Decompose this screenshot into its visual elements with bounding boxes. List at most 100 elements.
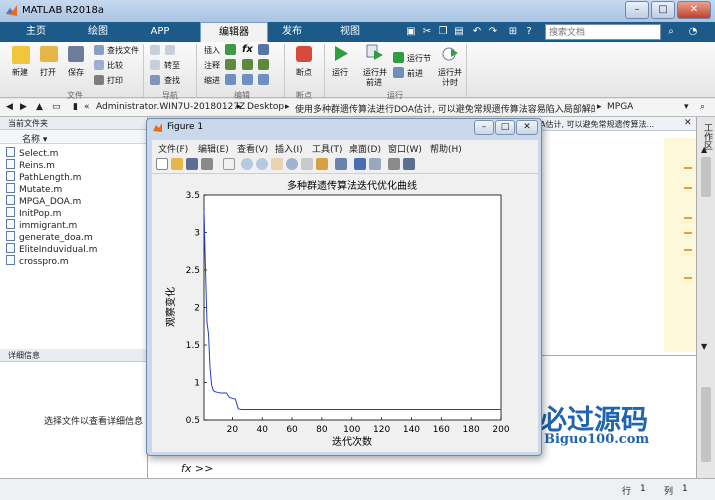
- run-advance-button-sub[interactable]: 前进: [366, 77, 382, 88]
- warning-marker[interactable]: [684, 167, 692, 169]
- tab-view[interactable]: 视图: [320, 22, 380, 42]
- hide-plot-tools-icon[interactable]: [388, 158, 400, 170]
- file-item[interactable]: Select.m: [6, 147, 58, 159]
- figure-close-button[interactable]: ✕: [516, 120, 538, 135]
- copy-quick-icon[interactable]: ❐: [436, 25, 450, 39]
- new-button[interactable]: 新建: [12, 67, 28, 78]
- uncomment-icon[interactable]: [242, 59, 253, 70]
- insert-colorbar-icon[interactable]: [354, 158, 366, 170]
- insert-section-icon[interactable]: [225, 44, 236, 55]
- tab-plots[interactable]: 绘图: [68, 22, 128, 42]
- data-cursor-icon[interactable]: [301, 158, 313, 170]
- minimize-button[interactable]: –: [625, 1, 649, 19]
- figure-menu-help[interactable]: 帮助(H): [430, 142, 462, 155]
- undo-quick-icon[interactable]: ↶: [470, 25, 484, 39]
- maximize-button[interactable]: □: [651, 1, 675, 19]
- rotate-3d-icon[interactable]: [286, 158, 298, 170]
- redo-quick-icon[interactable]: ↷: [486, 25, 500, 39]
- find-button[interactable]: 查找: [164, 75, 180, 86]
- open-button[interactable]: 打开: [40, 67, 56, 78]
- wrap-comments-icon[interactable]: [258, 59, 269, 70]
- figure-menu-desktop[interactable]: 桌面(D): [349, 142, 381, 155]
- run-and-time-button-sub[interactable]: 计时: [442, 77, 458, 88]
- back-arrow-icon[interactable]: ◀: [6, 102, 13, 112]
- find-files-button[interactable]: 查找文件: [107, 45, 139, 56]
- editor-scrollbar-thumb[interactable]: [701, 157, 711, 197]
- scroll-down-icon[interactable]: ▼: [701, 342, 707, 351]
- scroll-up-icon[interactable]: ▲: [701, 145, 707, 154]
- file-item[interactable]: EliteInduvidual.m: [6, 243, 97, 255]
- name-column-header[interactable]: 名称 ▾: [0, 130, 147, 145]
- path-segment-mpga[interactable]: MPGA: [607, 102, 633, 112]
- command-scrollbar-thumb[interactable]: [701, 387, 711, 462]
- path-prefix[interactable]: «: [84, 102, 90, 112]
- forward-arrow-icon[interactable]: ▶: [20, 102, 27, 112]
- goto-button[interactable]: 转至: [164, 60, 180, 71]
- figure-minimize-button[interactable]: –: [474, 120, 494, 135]
- file-item[interactable]: MPGA_DOA.m: [6, 195, 81, 207]
- edit-plot-arrow-icon[interactable]: [223, 158, 235, 170]
- zoom-out-icon[interactable]: [256, 158, 268, 170]
- path-segment-project[interactable]: 使用多种群遗传算法进行DOA估计, 可以避免常规遗传算法容易陷入局部解的问题: [295, 102, 595, 115]
- advance-button[interactable]: 前进: [407, 68, 423, 79]
- smart-indent-icon[interactable]: [225, 74, 236, 85]
- editor-tab-close-icon[interactable]: ✕: [684, 118, 692, 128]
- editor-tab[interactable]: A估计, 可以避免常规遗传算法... ✕: [536, 117, 696, 131]
- warning-marker[interactable]: [684, 249, 692, 251]
- print-figure-icon[interactable]: [201, 158, 213, 170]
- brush-icon[interactable]: [316, 158, 328, 170]
- run-section-button[interactable]: 运行节: [407, 53, 431, 64]
- print-button[interactable]: 打印: [107, 75, 123, 86]
- file-item[interactable]: Mutate.m: [6, 183, 62, 195]
- tab-home[interactable]: 主页: [8, 22, 64, 42]
- indent-button[interactable]: 缩进: [204, 75, 220, 86]
- figure-menu-insert[interactable]: 插入(I): [275, 142, 303, 155]
- path-dropdown-icon[interactable]: ▾: [684, 102, 689, 112]
- tab-publish[interactable]: 发布: [262, 22, 322, 42]
- tab-editor[interactable]: 编辑器: [200, 22, 268, 42]
- help-quick-icon[interactable]: ?: [522, 25, 536, 39]
- search-docs-input[interactable]: [545, 24, 661, 40]
- save-button[interactable]: 保存: [68, 67, 84, 78]
- comment-button[interactable]: 注释: [204, 60, 220, 71]
- file-item[interactable]: InitPop.m: [6, 207, 61, 219]
- cut-quick-icon[interactable]: ✂: [420, 25, 434, 39]
- run-button[interactable]: 运行: [332, 67, 348, 78]
- path-segment-user[interactable]: Administrator.WIN7U-20180127Z: [96, 102, 245, 112]
- warning-marker[interactable]: [684, 232, 692, 234]
- browse-folder-icon[interactable]: ▭: [52, 102, 61, 112]
- show-plot-tools-icon[interactable]: [403, 158, 415, 170]
- paste-quick-icon[interactable]: ▤: [452, 25, 466, 39]
- link-plot-icon[interactable]: [335, 158, 347, 170]
- folder-up-icon[interactable]: ▲: [36, 102, 43, 112]
- figure-menu-file[interactable]: 文件(F): [158, 142, 188, 155]
- insert-function-icon[interactable]: fx: [242, 44, 253, 55]
- decrease-indent-icon[interactable]: [258, 74, 269, 85]
- figure-window[interactable]: Figure 1 – □ ✕ 文件(F) 编辑(E) 查看(V) 插入(I) 工…: [146, 118, 542, 456]
- comment-percent-icon[interactable]: [225, 59, 236, 70]
- close-button[interactable]: ✕: [677, 1, 711, 19]
- search-path-icon[interactable]: ⌕: [700, 102, 705, 112]
- figure-menu-view[interactable]: 查看(V): [237, 142, 268, 155]
- save-figure-icon[interactable]: [186, 158, 198, 170]
- file-item[interactable]: immigrant.m: [6, 219, 77, 231]
- file-item[interactable]: PathLength.m: [6, 171, 81, 183]
- zoom-in-icon[interactable]: [241, 158, 253, 170]
- figure-menu-edit[interactable]: 编辑(E): [198, 142, 229, 155]
- increase-indent-icon[interactable]: [242, 74, 253, 85]
- figure-maximize-button[interactable]: □: [495, 120, 515, 135]
- workspace-collapsed-panel[interactable]: 工作区 ▲ ▼: [696, 117, 715, 493]
- warning-marker[interactable]: [684, 277, 692, 279]
- file-item[interactable]: generate_doa.m: [6, 231, 93, 243]
- search-icon[interactable]: ⌕: [664, 25, 678, 39]
- compare-button[interactable]: 比较: [107, 60, 123, 71]
- notification-icon[interactable]: ◔: [686, 25, 700, 39]
- path-segment-desktop[interactable]: Desktop: [247, 102, 284, 112]
- insert-cell-icon[interactable]: [258, 44, 269, 55]
- insert-button[interactable]: 插入: [204, 45, 220, 56]
- convergence-chart[interactable]: 多种群遗传算法迭代优化曲线 迭代次数 观察变化 20 40 60 80 100 120 14…: [152, 174, 538, 452]
- insert-legend-icon[interactable]: [369, 158, 381, 170]
- switch-window-icon[interactable]: ⊞: [506, 25, 520, 39]
- warning-marker[interactable]: [684, 187, 692, 189]
- file-item[interactable]: Reins.m: [6, 159, 55, 171]
